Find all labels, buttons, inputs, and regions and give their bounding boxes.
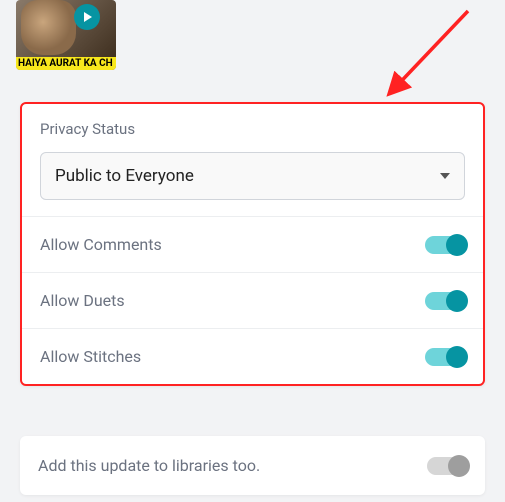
- privacy-select-value: Public to Everyone: [55, 166, 194, 186]
- allow-comments-row: Allow Comments: [22, 216, 483, 272]
- allow-duets-row: Allow Duets: [22, 272, 483, 328]
- privacy-status-section: Privacy Status Public to Everyone: [22, 104, 483, 216]
- allow-comments-label: Allow Comments: [40, 235, 162, 254]
- chevron-down-icon: [440, 173, 450, 179]
- toggle-knob: [446, 234, 468, 256]
- allow-duets-toggle[interactable]: [425, 292, 465, 310]
- video-thumbnail[interactable]: HAIYA AURAT KA CH: [16, 0, 116, 70]
- thumbnail-image: [21, 0, 76, 55]
- toggle-knob: [446, 290, 468, 312]
- libraries-card: Add this update to libraries too.: [20, 436, 485, 495]
- privacy-select[interactable]: Public to Everyone: [40, 152, 465, 200]
- allow-comments-toggle[interactable]: [425, 236, 465, 254]
- allow-stitches-label: Allow Stitches: [40, 347, 141, 366]
- allow-duets-label: Allow Duets: [40, 291, 125, 310]
- privacy-status-label: Privacy Status: [40, 120, 465, 138]
- allow-stitches-row: Allow Stitches: [22, 328, 483, 384]
- privacy-card: Privacy Status Public to Everyone Allow …: [20, 102, 485, 386]
- libraries-toggle[interactable]: [427, 457, 467, 475]
- toggle-knob: [446, 346, 468, 368]
- libraries-label: Add this update to libraries too.: [38, 456, 260, 475]
- libraries-row: Add this update to libraries too.: [20, 436, 485, 495]
- play-icon: [74, 4, 100, 30]
- toggle-knob: [448, 455, 470, 477]
- thumbnail-caption: HAIYA AURAT KA CH: [16, 57, 116, 70]
- annotation-arrow: [308, 3, 488, 108]
- allow-stitches-toggle[interactable]: [425, 348, 465, 366]
